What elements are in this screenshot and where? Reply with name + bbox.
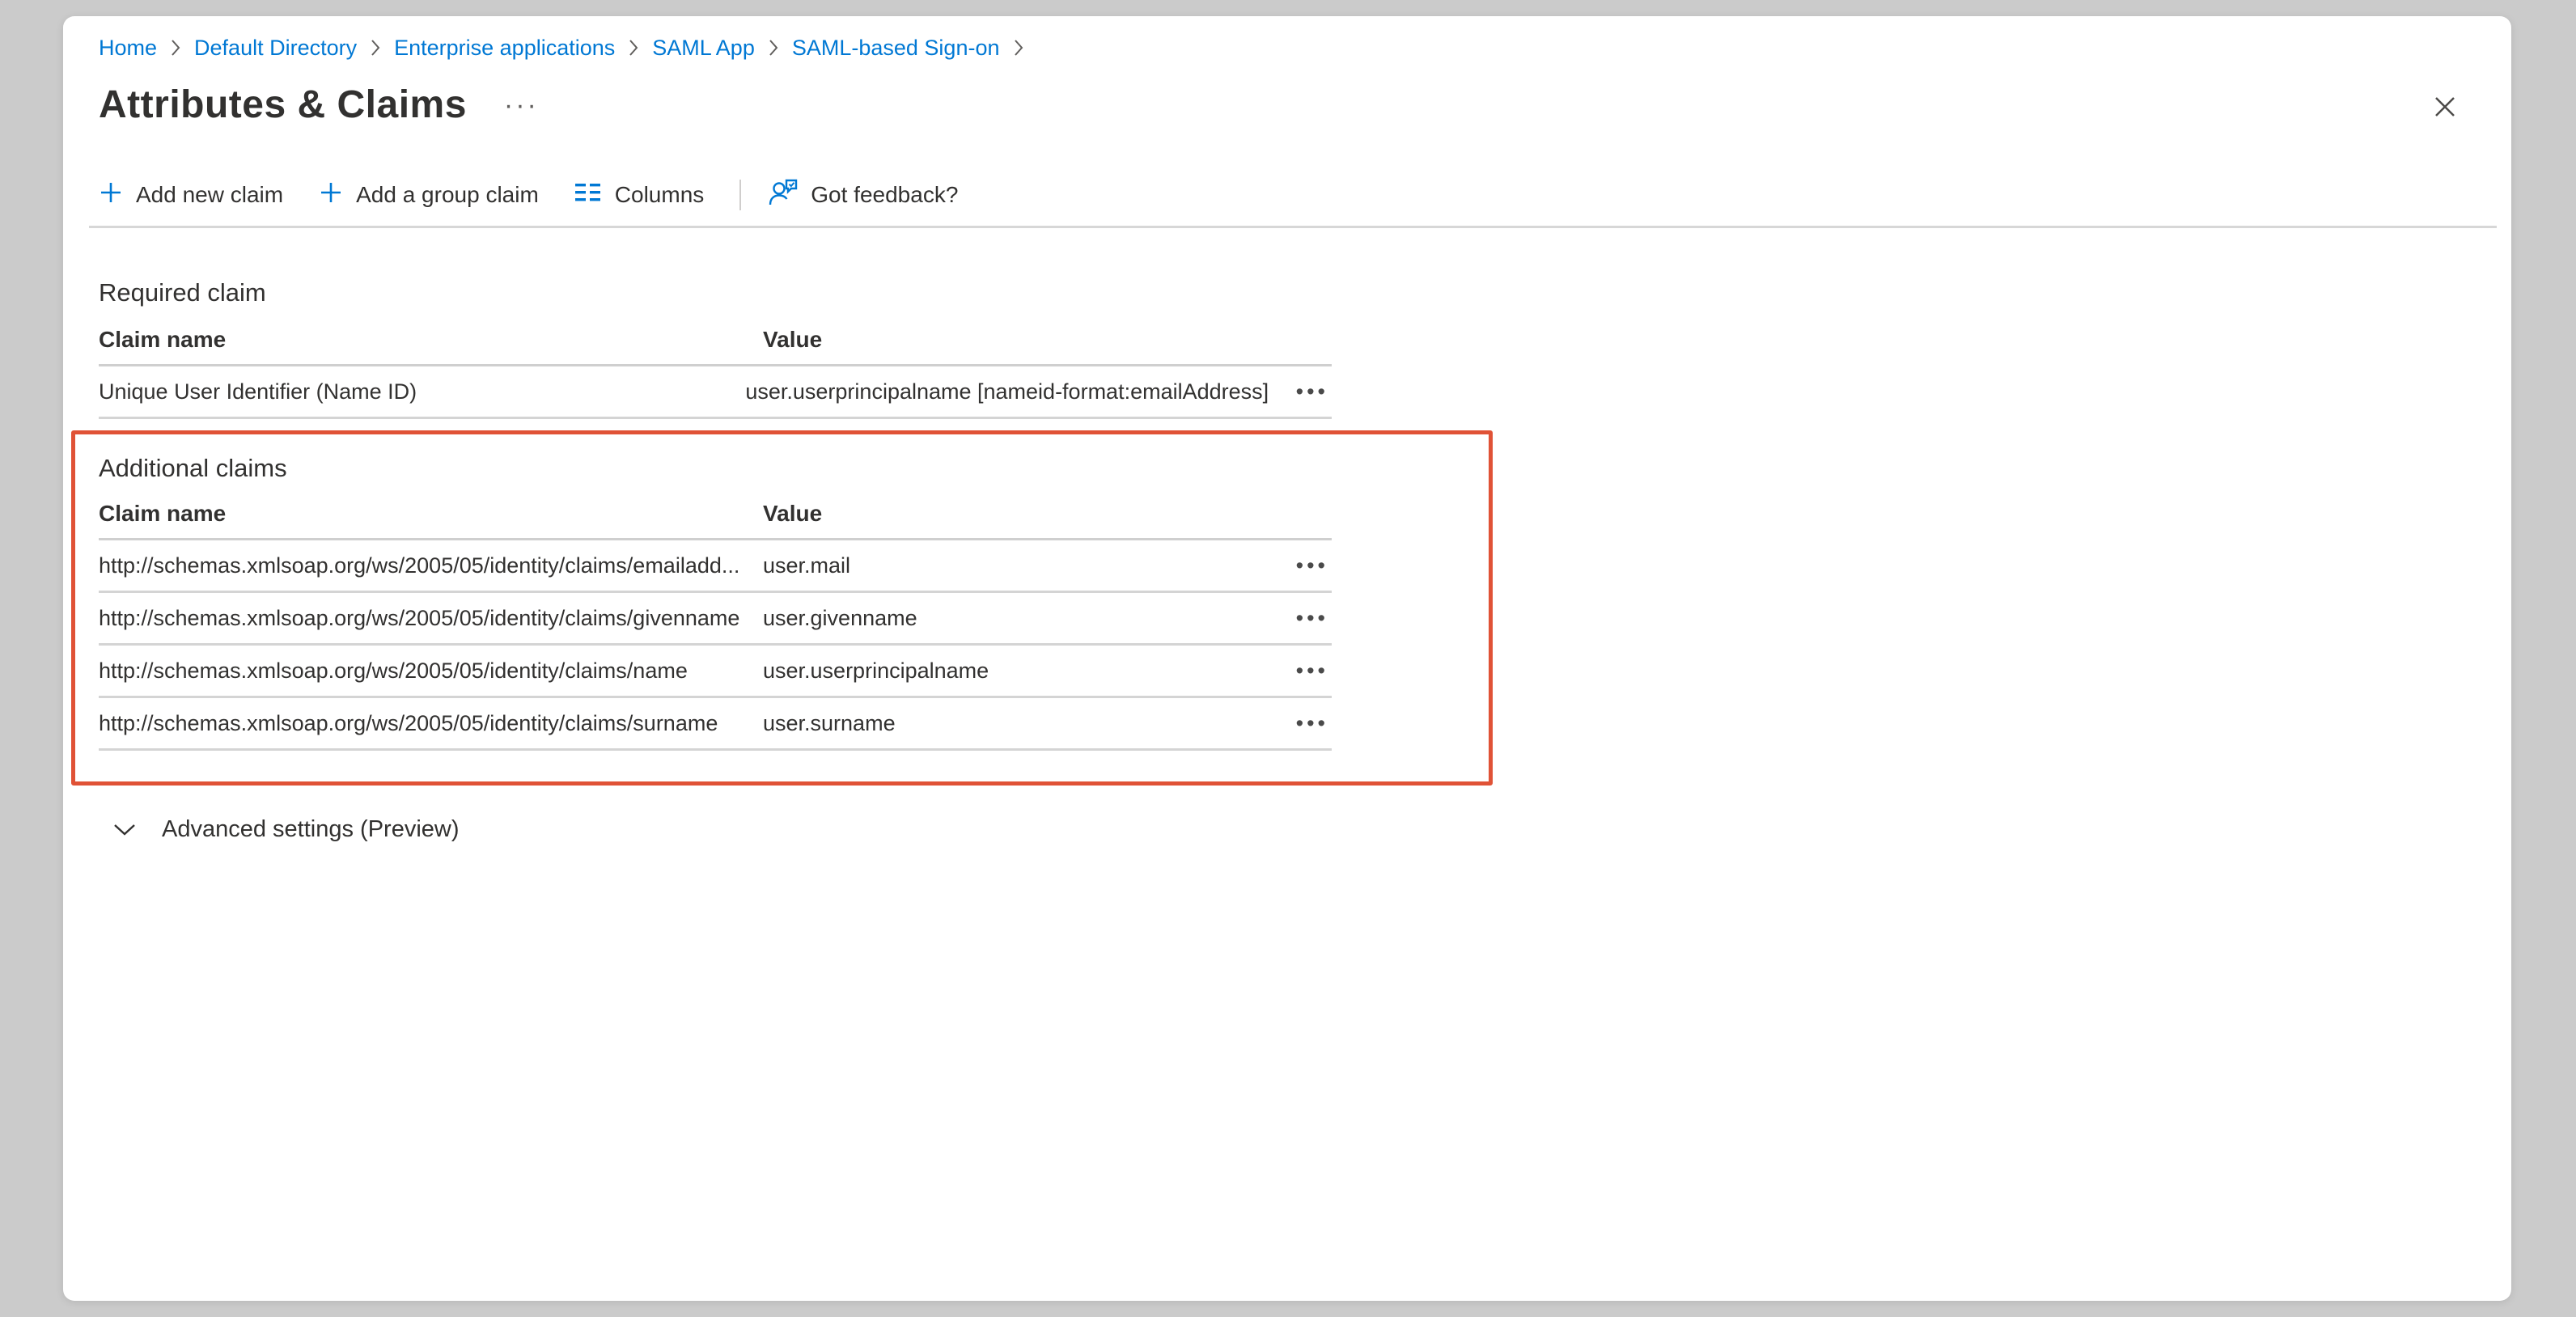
- claim-value-cell: user.mail: [763, 553, 1267, 578]
- chevron-right-icon: [628, 38, 639, 57]
- table-row[interactable]: http://schemas.xmlsoap.org/ws/2005/05/id…: [99, 698, 1332, 751]
- required-claim-section: Required claim Claim name Value Unique U…: [99, 278, 2476, 419]
- claim-name-cell: http://schemas.xmlsoap.org/ws/2005/05/id…: [99, 606, 763, 631]
- add-group-claim-button[interactable]: Add a group claim: [319, 180, 539, 210]
- additional-claims-section: Additional claims Claim name Value http:…: [99, 454, 1489, 751]
- command-bar: Add new claim Add a group claim Columns …: [99, 177, 2476, 213]
- claim-name-cell: http://schemas.xmlsoap.org/ws/2005/05/id…: [99, 553, 763, 578]
- claim-value-cell: user.givenname: [763, 606, 1267, 631]
- claim-name-cell: http://schemas.xmlsoap.org/ws/2005/05/id…: [99, 658, 763, 684]
- table-header-row: Claim name Value: [99, 327, 1332, 366]
- row-menu-icon[interactable]: •••: [1293, 610, 1332, 626]
- breadcrumb-saml-based-sign-on[interactable]: SAML-based Sign-on: [792, 34, 1000, 61]
- table-row[interactable]: http://schemas.xmlsoap.org/ws/2005/05/id…: [99, 593, 1332, 646]
- plus-icon: [319, 180, 343, 210]
- plus-icon: [99, 180, 123, 210]
- add-new-claim-label: Add new claim: [136, 182, 283, 208]
- page-title: Attributes & Claims: [99, 83, 467, 127]
- columns-label: Columns: [615, 182, 704, 208]
- row-menu-icon[interactable]: •••: [1293, 715, 1332, 731]
- table-row[interactable]: http://schemas.xmlsoap.org/ws/2005/05/id…: [99, 540, 1332, 593]
- chevron-right-icon: [370, 38, 381, 57]
- feedback-icon: [769, 179, 798, 212]
- claim-value-cell: user.userprincipalname [nameid-format:em…: [745, 379, 1269, 404]
- breadcrumb: Home Default Directory Enterprise applic…: [99, 34, 2476, 61]
- close-icon[interactable]: [2429, 91, 2461, 125]
- value-column-header: Value: [763, 327, 1267, 353]
- toolbar-divider: [739, 180, 741, 210]
- advanced-settings-label: Advanced settings (Preview): [162, 816, 460, 843]
- breadcrumb-default-directory[interactable]: Default Directory: [194, 34, 357, 61]
- claim-name-cell: Unique User Identifier (Name ID): [99, 379, 745, 404]
- claim-value-cell: user.surname: [763, 711, 1267, 736]
- additional-claims-heading: Additional claims: [99, 454, 1489, 483]
- titlebar: Attributes & Claims ···: [99, 83, 2476, 127]
- attributes-claims-panel: Home Default Directory Enterprise applic…: [63, 16, 2511, 1301]
- advanced-settings-toggle[interactable]: Advanced settings (Preview): [113, 816, 460, 843]
- additional-claims-table: Claim name Value http://schemas.xmlsoap.…: [99, 501, 1332, 751]
- required-claim-heading: Required claim: [99, 278, 2476, 307]
- row-menu-icon[interactable]: •••: [1293, 557, 1332, 574]
- required-claim-table: Claim name Value Unique User Identifier …: [99, 327, 1332, 419]
- got-feedback-button[interactable]: Got feedback?: [769, 179, 958, 212]
- claim-value-cell: user.userprincipalname: [763, 658, 1267, 684]
- chevron-right-icon: [1013, 38, 1024, 57]
- breadcrumb-home[interactable]: Home: [99, 34, 157, 61]
- highlight-box: Additional claims Claim name Value http:…: [71, 430, 1493, 786]
- claim-name-column-header: Claim name: [99, 501, 763, 527]
- claim-name-cell: http://schemas.xmlsoap.org/ws/2005/05/id…: [99, 711, 763, 736]
- claim-name-column-header: Claim name: [99, 327, 763, 353]
- chevron-down-icon: [113, 816, 136, 843]
- chevron-right-icon: [768, 38, 779, 57]
- row-menu-icon[interactable]: •••: [1293, 663, 1332, 679]
- breadcrumb-saml-app[interactable]: SAML App: [652, 34, 755, 61]
- add-group-claim-label: Add a group claim: [356, 182, 539, 208]
- columns-button[interactable]: Columns: [574, 182, 704, 209]
- table-row[interactable]: Unique User Identifier (Name ID) user.us…: [99, 366, 1332, 419]
- value-column-header: Value: [763, 501, 1267, 527]
- columns-icon: [574, 182, 602, 209]
- chevron-right-icon: [170, 38, 181, 57]
- row-menu-icon[interactable]: •••: [1293, 383, 1332, 400]
- more-options-icon[interactable]: ···: [499, 97, 544, 113]
- table-header-row: Claim name Value: [99, 501, 1332, 540]
- add-new-claim-button[interactable]: Add new claim: [99, 180, 283, 210]
- got-feedback-label: Got feedback?: [811, 182, 958, 208]
- toolbar-separator: [89, 226, 2497, 228]
- table-row[interactable]: http://schemas.xmlsoap.org/ws/2005/05/id…: [99, 646, 1332, 698]
- breadcrumb-enterprise-applications[interactable]: Enterprise applications: [394, 34, 615, 61]
